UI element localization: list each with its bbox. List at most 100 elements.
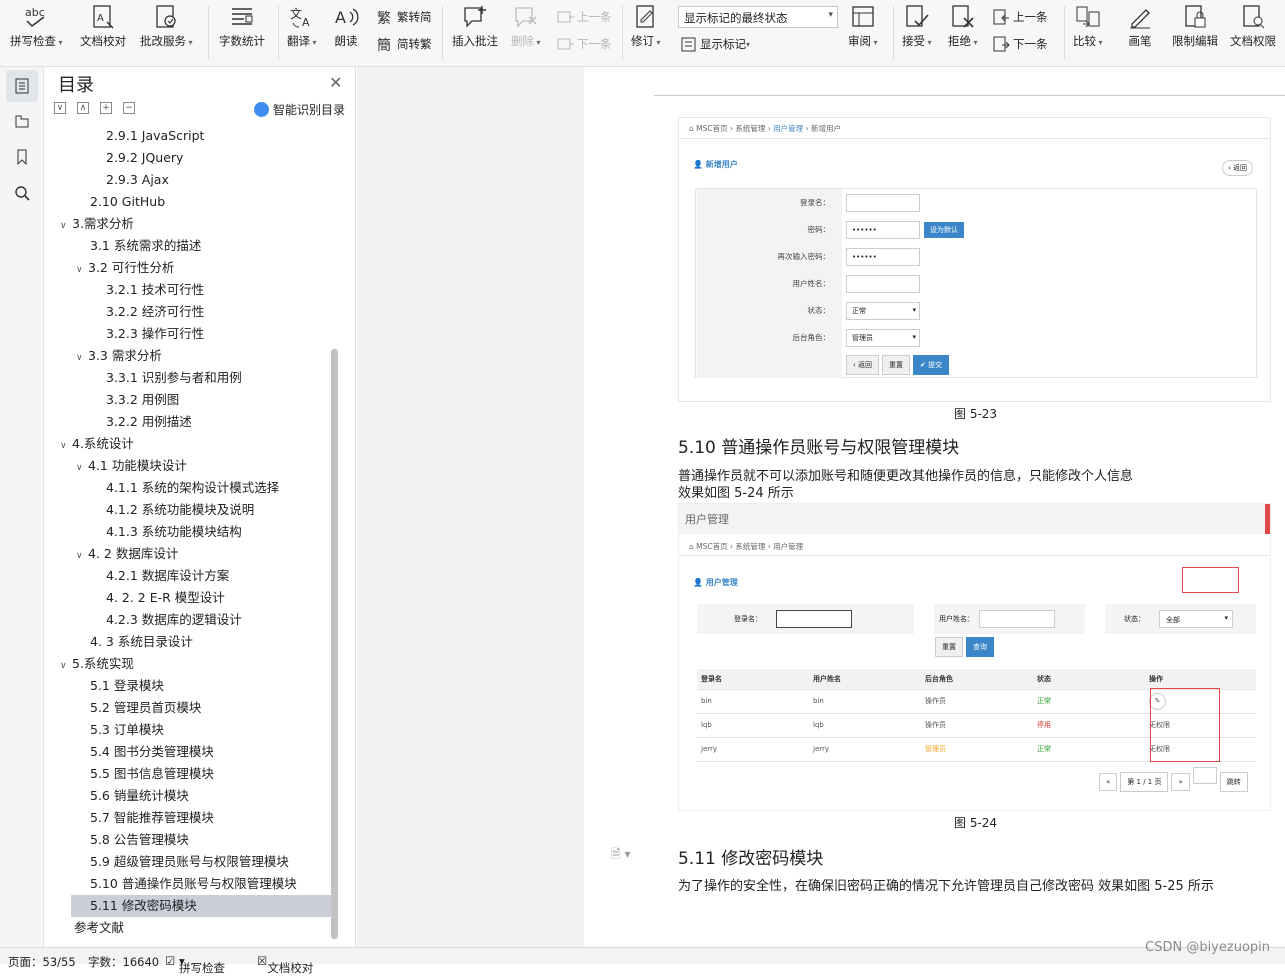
- back-link[interactable]: ‹ 返回: [1221, 160, 1253, 176]
- read-aloud-button[interactable]: A 朗读: [333, 4, 359, 60]
- toc-item[interactable]: 2.9.2 JQuery: [44, 147, 324, 169]
- login-name-input[interactable]: [846, 193, 920, 212]
- toc-item[interactable]: 5.4 图书分类管理模块: [44, 741, 324, 763]
- toc-item[interactable]: 4. 3 系统目录设计: [44, 631, 324, 653]
- word-count[interactable]: 字数：16640: [88, 954, 159, 970]
- spell-check-button[interactable]: abc 拼写检查: [10, 4, 63, 60]
- review-button[interactable]: 审阅: [848, 4, 878, 60]
- reset-button[interactable]: 重置: [935, 637, 963, 657]
- expand-chevron-icon[interactable]: ∨: [76, 259, 88, 281]
- restrict-edit-button[interactable]: 限制编辑: [1172, 4, 1218, 60]
- remove-heading-icon[interactable]: −: [123, 102, 135, 114]
- compare-button[interactable]: 比较: [1073, 4, 1103, 60]
- expand-chevron-icon[interactable]: ∨: [76, 457, 88, 479]
- toc-item[interactable]: 2.10 GitHub: [44, 191, 324, 213]
- expand-chevron-icon[interactable]: ∨: [76, 545, 88, 567]
- toc-item[interactable]: ∨ 3.2 可行性分析: [44, 257, 324, 279]
- translate-button[interactable]: 文A 翻译: [287, 4, 317, 60]
- trad-to-simp-button[interactable]: 繁繁转简: [377, 7, 432, 27]
- toc-item[interactable]: 4. 2. 2 E-R 模型设计: [44, 587, 324, 609]
- role-select[interactable]: 管理员: [846, 328, 920, 347]
- toc-item[interactable]: 5.6 销量统计模块: [44, 785, 324, 807]
- batch-service-button[interactable]: 批改服务: [140, 4, 193, 60]
- toc-item[interactable]: 5.3 订单模块: [44, 719, 324, 741]
- query-button[interactable]: 查询: [966, 637, 994, 657]
- prev-comment-button[interactable]: 上一条: [557, 7, 612, 27]
- close-icon[interactable]: ✕: [329, 73, 342, 92]
- confirm-password-input[interactable]: ••••••: [846, 247, 920, 266]
- toc-item[interactable]: 3.2.1 技术可行性: [44, 279, 324, 301]
- prev-page-button[interactable]: «: [1099, 773, 1118, 791]
- toc-item[interactable]: 4.2.1 数据库设计方案: [44, 565, 324, 587]
- status-doc-proof[interactable]: ☒ 文档校对: [257, 954, 313, 975]
- toc-item[interactable]: ∨ 4.系统设计: [44, 433, 324, 455]
- toc-item[interactable]: 3.3.1 识别参与者和用例: [44, 367, 324, 389]
- toc-item[interactable]: 5.11 修改密码模块: [71, 895, 331, 917]
- toc-item[interactable]: 3.1 系统需求的描述: [44, 235, 324, 257]
- toc-scrollbar[interactable]: [331, 349, 338, 939]
- markup-state-dropdown[interactable]: 显示标记的最终状态: [678, 6, 838, 28]
- bookmark-icon[interactable]: [6, 141, 38, 173]
- expand-chevron-icon[interactable]: ∨: [60, 655, 72, 677]
- page-jump-input[interactable]: [1192, 767, 1217, 784]
- toc-item[interactable]: 5.10 普通操作员账号与权限管理模块: [44, 873, 324, 895]
- toc-item[interactable]: ∨ 5.系统实现: [44, 653, 324, 675]
- toc-item[interactable]: 3.2.3 操作可行性: [44, 323, 324, 345]
- revise-button[interactable]: 修订: [631, 4, 661, 60]
- toc-item[interactable]: 4.1.3 系统功能模块结构: [44, 521, 324, 543]
- delete-comment-button[interactable]: 删除: [511, 4, 541, 60]
- toc-item[interactable]: 5.2 管理员首页模块: [44, 697, 324, 719]
- next-page-button[interactable]: »: [1171, 773, 1190, 791]
- user-name-input[interactable]: [846, 274, 920, 293]
- back-button[interactable]: ‹ 返回: [846, 354, 880, 375]
- simp-to-trad-button[interactable]: 簡简转繁: [377, 34, 432, 54]
- toc-item[interactable]: 5.9 超级管理员账号与权限管理模块: [44, 851, 324, 873]
- toc-item[interactable]: 参考文献: [44, 917, 324, 939]
- name-search-input[interactable]: [979, 610, 1055, 628]
- toc-panel-icon[interactable]: [6, 70, 38, 102]
- expand-chevron-icon[interactable]: ∨: [60, 435, 72, 457]
- status-select[interactable]: 正常: [846, 301, 920, 320]
- toc-item[interactable]: 4.1.1 系统的架构设计模式选择: [44, 477, 324, 499]
- toc-item[interactable]: 2.9.1 JavaScript: [44, 125, 324, 147]
- doc-proof-button[interactable]: A 文档校对: [80, 4, 126, 60]
- page-indicator[interactable]: 页面：53/55: [8, 954, 76, 970]
- reject-button[interactable]: 拒绝: [948, 4, 978, 60]
- chevron-up-icon[interactable]: ∧: [77, 102, 89, 114]
- toc-item[interactable]: 3.2.2 经济可行性: [44, 301, 324, 323]
- expand-chevron-icon[interactable]: ∨: [76, 347, 88, 369]
- toc-item[interactable]: 3.2.2 用例描述: [44, 411, 324, 433]
- next-comment-button[interactable]: 下一条: [557, 34, 612, 54]
- toc-item[interactable]: ∨ 4. 2 数据库设计: [44, 543, 324, 565]
- chevron-down-icon[interactable]: ∨: [54, 102, 66, 114]
- toc-item[interactable]: 5.1 登录模块: [44, 675, 324, 697]
- paragraph-marker-icon[interactable]: 🗎 ▾: [611, 845, 631, 866]
- toc-item[interactable]: 2.9.3 Ajax: [44, 169, 324, 191]
- insert-comment-button[interactable]: 插入批注: [452, 4, 498, 60]
- toc-item[interactable]: 4.1.2 系统功能模块及说明: [44, 499, 324, 521]
- reset-button[interactable]: 重置: [882, 354, 911, 375]
- pen-button[interactable]: 画笔: [1127, 4, 1153, 60]
- prev-change-button[interactable]: 上一条: [993, 7, 1048, 27]
- toc-item[interactable]: 5.5 图书信息管理模块: [44, 763, 324, 785]
- show-markup-button[interactable]: 显示标记 ▾: [680, 34, 750, 54]
- outline-panel-icon[interactable]: [6, 105, 38, 137]
- doc-permission-button[interactable]: 文档权限: [1230, 4, 1276, 60]
- status-spell-check[interactable]: ☑ 拼写检查 ▾: [165, 954, 225, 975]
- add-heading-icon[interactable]: +: [100, 102, 112, 114]
- word-count-button[interactable]: 字数统计: [219, 4, 265, 60]
- submit-button[interactable]: ✔ 提交: [913, 354, 950, 375]
- status-filter-select[interactable]: 全部 ▾: [1159, 610, 1233, 628]
- next-change-button[interactable]: 下一条: [993, 34, 1048, 54]
- search-icon[interactable]: [6, 177, 38, 209]
- expand-chevron-icon[interactable]: ∨: [60, 215, 72, 237]
- login-search-input[interactable]: [776, 610, 852, 628]
- accept-button[interactable]: 接受: [902, 4, 932, 60]
- toc-item[interactable]: 5.7 智能推荐管理模块: [44, 807, 324, 829]
- smart-toc-button[interactable]: 智能识别目录: [254, 101, 345, 118]
- toc-item[interactable]: 4.2.3 数据库的逻辑设计: [44, 609, 324, 631]
- password-input[interactable]: ••••••: [846, 220, 920, 239]
- set-default-button[interactable]: 设为默认: [924, 221, 964, 238]
- toc-item[interactable]: ∨ 4.1 功能模块设计: [44, 455, 324, 477]
- toc-item[interactable]: 5.8 公告管理模块: [44, 829, 324, 851]
